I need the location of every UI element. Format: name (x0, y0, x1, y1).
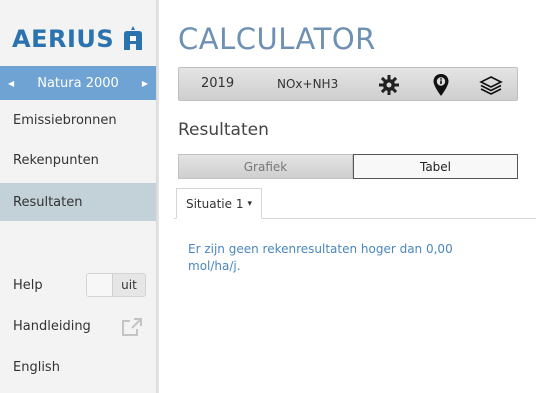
manual-label: Handleiding (13, 318, 91, 334)
external-link-icon[interactable] (121, 317, 143, 337)
nav-item-rekenpunten[interactable]: Rekenpunten (0, 141, 156, 179)
natura2000-selector: ◀ Natura 2000 ▶ (0, 66, 156, 100)
logo-text: AERIUS (12, 25, 115, 53)
aerius-logo: AERIUS (12, 24, 144, 54)
view-option-label: Grafiek (243, 159, 288, 174)
no-results-message: Er zijn geen rekenresultaten hoger dan 0… (188, 242, 453, 273)
view-option-label: Tabel (419, 159, 452, 174)
nav-item-emissiebronnen[interactable]: Emissiebronnen (0, 101, 156, 139)
view-option-tabel[interactable]: Tabel (353, 154, 518, 179)
help-toggle[interactable]: uit (86, 273, 146, 297)
nav-item-label: Rekenpunten (13, 152, 99, 168)
nav-item-label: Emissiebronnen (13, 112, 117, 128)
language-label: English (13, 359, 60, 375)
sidebar-divider (156, 0, 159, 393)
tab-label: Situatie 1 (185, 196, 244, 211)
natura2000-label[interactable]: Natura 2000 (37, 76, 119, 91)
nav-item-resultaten[interactable]: Resultaten (0, 183, 156, 221)
chevron-down-icon: ▾ (247, 198, 253, 209)
logo-mark-icon (124, 26, 143, 50)
language-switch[interactable]: English (0, 352, 156, 382)
view-option-grafiek[interactable]: Grafiek (178, 154, 353, 179)
layers-icon[interactable] (479, 73, 503, 97)
toggle-state: uit (121, 278, 137, 292)
next-area-arrow-icon[interactable]: ▶ (142, 79, 148, 88)
section-title: Resultaten (178, 120, 269, 140)
nav-item-label: Resultaten (13, 194, 83, 210)
toolbar: 2019 NOx+NH3 (178, 67, 518, 101)
substance-selector[interactable]: NOx+NH3 (277, 68, 338, 100)
sidebar: AERIUS ◀ Natura 2000 ▶ Emissiebronnen Re… (0, 0, 156, 393)
year-selector[interactable]: 2019 (201, 68, 234, 100)
gear-icon[interactable] (377, 73, 401, 97)
tab-situatie[interactable]: Situatie 1 ▾ (176, 188, 262, 219)
app-title: CALCULATOR (178, 22, 376, 56)
help-label: Help (13, 277, 43, 293)
map-marker-info-icon[interactable] (429, 73, 453, 97)
toggle-knob (87, 274, 113, 296)
previous-area-arrow-icon[interactable]: ◀ (8, 79, 14, 88)
